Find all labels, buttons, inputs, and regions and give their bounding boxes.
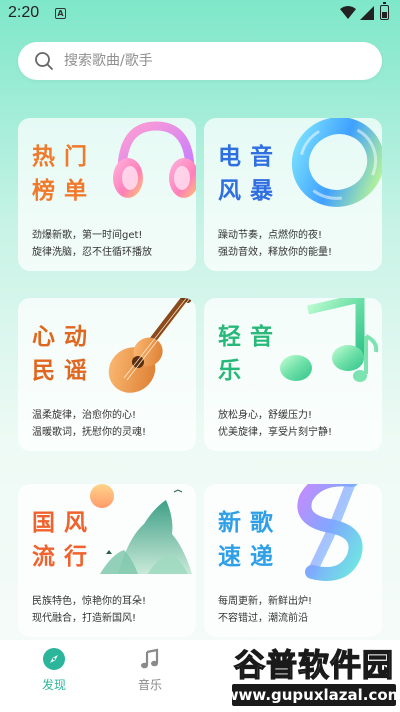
- card-title: 心动民谣: [32, 324, 96, 384]
- card-subtitle-line-1: 躁动节奏，点燃你的夜!: [218, 230, 323, 241]
- card-subtitle: 躁动节奏，点燃你的夜! 强劲音效，释放你的能量!: [218, 227, 378, 261]
- card-subtitle: 温柔旋律，治愈你的心! 温暖歌词，抚慰你的灵魂!: [32, 407, 192, 441]
- nav-item-discover[interactable]: 发现: [24, 640, 84, 700]
- search-input[interactable]: [64, 42, 364, 80]
- card-title: 电音风暴: [218, 144, 282, 204]
- guitar-icon: [108, 298, 196, 393]
- search-bar[interactable]: [18, 42, 382, 80]
- card-title: 新歌速递: [218, 510, 282, 570]
- battery-icon: [380, 2, 389, 20]
- card-subtitle-line-2: 温暖歌词，抚慰你的灵魂!: [32, 427, 147, 438]
- card-subtitle-line-1: 放松身心，舒缓压力!: [218, 410, 313, 421]
- card-subtitle: 民族特色，惊艳你的耳朵! 现代融合，打造新国风!: [32, 593, 192, 627]
- headphones-icon: [113, 121, 196, 198]
- compass-icon: [43, 648, 65, 670]
- status-time: 2:20: [8, 4, 40, 21]
- svg-text:www.gupuxlazal.com: www.gupuxlazal.com: [228, 686, 400, 704]
- card-subtitle-line-2: 强劲音效，释放你的能量!: [218, 247, 333, 258]
- ring-icon: [291, 118, 382, 207]
- nav-label: 发现: [41, 678, 66, 692]
- card-subtitle: 每周更新，新鲜出炉! 不容错过，潮流前沿: [218, 593, 378, 627]
- card-subtitle-line-2: 现代融合，打造新国风!: [32, 613, 137, 624]
- card-new-songs[interactable]: 新歌速递 每周更新，新鲜出炉! 不容错过，潮流前沿: [204, 484, 382, 637]
- svg-text:谷普软件园: 谷普软件园: [234, 648, 394, 684]
- card-light-music[interactable]: 轻音乐 放松身心，舒缓压力! 优美旋律，享受片刻宁静!: [204, 298, 382, 451]
- card-subtitle-line-1: 劲爆新歌，第一时间get!: [32, 230, 143, 241]
- card-subtitle-line-2: 旋律洗脑，忍不住循环播放: [32, 247, 152, 258]
- card-title: 轻音乐: [218, 324, 282, 384]
- signal-icon: [360, 6, 374, 20]
- card-electronic[interactable]: 电音风暴 躁动节奏，点燃你的夜! 强劲音效，释放你的能量!: [204, 118, 382, 271]
- card-guofeng[interactable]: 国风流行 民族特色，惊艳你的耳朵! 现代融合，打造新国风!: [18, 484, 196, 637]
- nav-label: 音乐: [137, 678, 162, 692]
- notification-icon: A: [55, 8, 66, 19]
- status-bar: 2:20 A: [0, 0, 400, 28]
- nav-item-music[interactable]: 音乐: [120, 640, 180, 700]
- card-subtitle-line-1: 民族特色，惊艳你的耳朵!: [32, 596, 147, 607]
- watermark-logo: 谷普软件园 www.gupuxlazal.com: [228, 647, 400, 706]
- card-subtitle-line-1: 温柔旋律，治愈你的心!: [32, 410, 137, 421]
- card-subtitle: 劲爆新歌，第一时间get! 旋律洗脑，忍不住循环播放: [32, 227, 192, 261]
- wifi-icon: [340, 6, 356, 19]
- card-hot-chart[interactable]: 热门榜单 劲爆新歌，第一时间get! 旋律洗脑，忍不住循环播放: [18, 118, 196, 271]
- music-note-icon: [141, 648, 159, 669]
- card-subtitle: 放松身心，舒缓压力! 优美旋律，享受片刻宁静!: [218, 407, 378, 441]
- card-title: 热门榜单: [32, 144, 96, 204]
- card-subtitle-line-2: 优美旋律，享受片刻宁静!: [218, 427, 333, 438]
- card-subtitle-line-2: 不容错过，潮流前沿: [218, 613, 308, 624]
- card-folk[interactable]: 心动民谣 温柔旋律，治愈你的心! 温暖歌词，抚慰你的灵魂!: [18, 298, 196, 451]
- card-subtitle-line-1: 每周更新，新鲜出炉!: [218, 596, 313, 607]
- search-icon: [35, 52, 53, 70]
- card-title: 国风流行: [32, 510, 96, 570]
